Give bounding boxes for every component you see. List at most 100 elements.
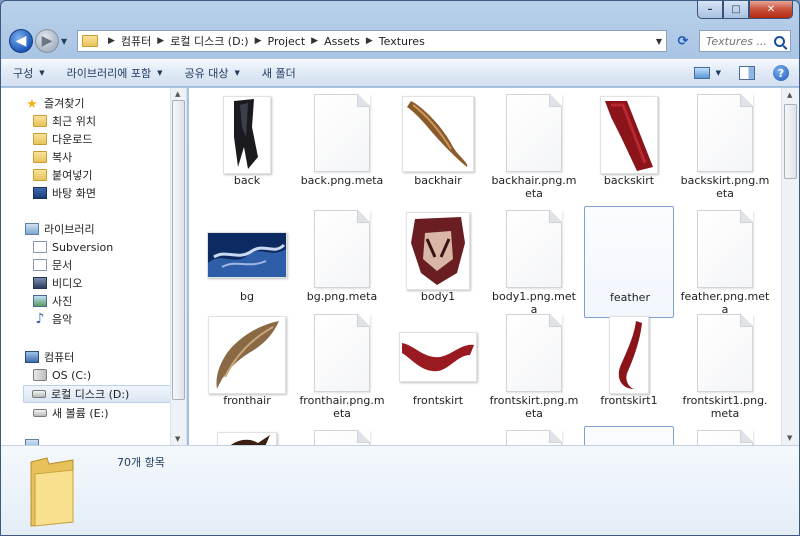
back-button[interactable]: ◀: [9, 29, 33, 53]
hard-drive-icon: [32, 390, 46, 398]
close-button[interactable]: ✕: [749, 1, 793, 19]
maximize-button[interactable]: □: [723, 1, 749, 19]
file-item[interactable]: back.png.meta: [297, 90, 387, 202]
file-item[interactable]: back: [202, 90, 292, 202]
address-history-dropdown[interactable]: ▼: [652, 37, 666, 46]
nav-recent-places[interactable]: 최근 위치: [33, 112, 96, 130]
file-item[interactable]: backskirt.png.meta: [680, 90, 770, 202]
nav-videos[interactable]: 비디오: [33, 274, 82, 292]
nav-paste[interactable]: 붙여넣기: [33, 166, 92, 184]
file-item[interactable]: frontskirt: [393, 310, 483, 422]
breadcrumb-separator-icon[interactable]: ▶: [311, 36, 318, 46]
file-item[interactable]: fronthair.png.meta: [297, 310, 387, 422]
new-folder-button[interactable]: 새 폴더: [262, 65, 296, 81]
nav-favorites[interactable]: ★ 즐겨찾기: [25, 94, 84, 112]
file-item[interactable]: [489, 426, 579, 445]
desktop-icon: [33, 187, 47, 199]
change-view-icon[interactable]: [693, 67, 710, 79]
file-item[interactable]: [202, 426, 292, 445]
content-scroll-thumb[interactable]: [784, 104, 797, 179]
nav-subversion[interactable]: Subversion: [33, 238, 113, 256]
file-item[interactable]: frontskirt1: [584, 310, 674, 422]
scroll-up-icon[interactable]: ▲: [175, 90, 180, 98]
nav-label: Subversion: [52, 240, 114, 254]
preview-pane-icon[interactable]: [739, 66, 755, 80]
nav-scrollbar[interactable]: ▲ ▼: [170, 88, 186, 445]
computer-icon: [25, 351, 39, 363]
breadcrumb-separator-icon[interactable]: ▶: [366, 36, 373, 46]
breadcrumb-item[interactable]: 컴퓨터: [121, 33, 151, 49]
nav-pictures[interactable]: 사진: [33, 292, 72, 310]
recent-places-icon: [33, 115, 47, 127]
file-item[interactable]: body1.png.meta: [489, 206, 579, 318]
scroll-down-icon[interactable]: ▼: [175, 435, 180, 443]
file-item[interactable]: [680, 426, 770, 445]
nav-drive-d[interactable]: 로컬 디스크 (D:): [23, 385, 171, 403]
nav-desktop[interactable]: 바탕 화면: [33, 184, 96, 202]
nav-drive-c[interactable]: OS (C:): [33, 366, 91, 384]
search-box[interactable]: [699, 30, 791, 52]
navigation-pane: ★ 즐겨찾기 최근 위치 다운로드 복사 붙여넣기 바탕 화면 라이브러리 Sub…: [1, 88, 187, 445]
file-item[interactable]: frontskirt.png.meta: [489, 310, 579, 422]
details-pane: 70개 항목: [1, 445, 799, 535]
nav-label: 최근 위치: [52, 115, 96, 128]
file-item[interactable]: [393, 426, 483, 445]
content-scrollbar[interactable]: ▲ ▼: [781, 88, 799, 445]
nav-copy[interactable]: 복사: [33, 148, 72, 166]
refresh-button[interactable]: ⟳: [671, 30, 695, 52]
file-item[interactable]: backhair.png.meta: [489, 90, 579, 202]
hard-drive-icon: [33, 409, 47, 417]
nav-downloads[interactable]: 다운로드: [33, 130, 92, 148]
breadcrumb-item[interactable]: Project: [268, 35, 306, 48]
file-item[interactable]: feather: [584, 206, 674, 318]
folder-icon: [33, 133, 47, 145]
breadcrumb-item[interactable]: 로컬 디스크 (D:): [170, 33, 248, 49]
address-bar[interactable]: ▶ 컴퓨터 ▶ 로컬 디스크 (D:) ▶ Project ▶ Assets ▶ Textures…: [77, 30, 667, 52]
forward-button[interactable]: ▶: [35, 29, 59, 53]
file-item[interactable]: bg.png.meta: [297, 206, 387, 318]
view-options-dropdown[interactable]: ▼: [716, 69, 721, 77]
nav-label: 바탕 화면: [52, 187, 96, 200]
file-item[interactable]: bg: [202, 206, 292, 318]
nav-computer[interactable]: 컴퓨터: [25, 348, 74, 366]
nav-label: OS (C:): [52, 368, 92, 382]
scroll-up-icon[interactable]: ▲: [787, 91, 792, 99]
nav-label: 로컬 디스크 (D:): [51, 388, 130, 401]
music-note-icon: ♪: [35, 311, 45, 327]
file-item[interactable]: backhair: [393, 90, 483, 202]
breadcrumb-item[interactable]: Textures: [379, 35, 425, 48]
search-icon[interactable]: [774, 35, 785, 47]
breadcrumb-separator-icon[interactable]: ▶: [108, 36, 115, 46]
include-in-library-button[interactable]: 라이브러리에 포함 ▼: [67, 65, 163, 81]
recent-pages-dropdown[interactable]: ▼: [61, 37, 71, 46]
file-item[interactable]: feather.png.meta: [680, 206, 770, 318]
address-row: ◀ ▶ ▼ ▶ 컴퓨터 ▶ 로컬 디스크 (D:) ▶ Project ▶ Assets ▶ Te…: [9, 28, 791, 54]
scroll-down-icon[interactable]: ▼: [787, 434, 792, 442]
nav-documents[interactable]: 문서: [33, 256, 72, 274]
nav-libraries[interactable]: 라이브러리: [25, 220, 95, 238]
breadcrumb-separator-icon[interactable]: ▶: [157, 36, 164, 46]
search-input[interactable]: [706, 34, 772, 48]
nav-drive-e[interactable]: 새 볼륨 (E:): [33, 404, 109, 422]
file-item[interactable]: frontskirt1.png.meta: [680, 310, 770, 422]
document-icon: [506, 94, 562, 172]
chevron-down-icon: ▼: [157, 69, 163, 77]
file-item[interactable]: backskirt: [584, 90, 674, 202]
help-icon[interactable]: ?: [773, 65, 789, 81]
document-icon: [697, 430, 753, 445]
organize-button[interactable]: 구성 ▼: [13, 65, 45, 81]
file-item[interactable]: fronthair: [202, 310, 292, 422]
file-item[interactable]: body1: [393, 206, 483, 318]
file-item[interactable]: [297, 426, 387, 445]
nav-music[interactable]: ♪ 음악: [33, 310, 73, 328]
file-item[interactable]: [584, 426, 674, 445]
document-icon: [33, 259, 47, 271]
breadcrumb-item[interactable]: Assets: [324, 35, 360, 48]
breadcrumb-separator-icon[interactable]: ▶: [255, 36, 262, 46]
nav-network[interactable]: [25, 436, 44, 445]
new-folder-label: 새 폴더: [261, 67, 296, 80]
minimize-button[interactable]: –: [697, 1, 723, 19]
nav-scroll-thumb[interactable]: [172, 100, 185, 400]
file-name: backhair: [414, 174, 462, 187]
share-with-button[interactable]: 공유 대상 ▼: [185, 65, 240, 81]
